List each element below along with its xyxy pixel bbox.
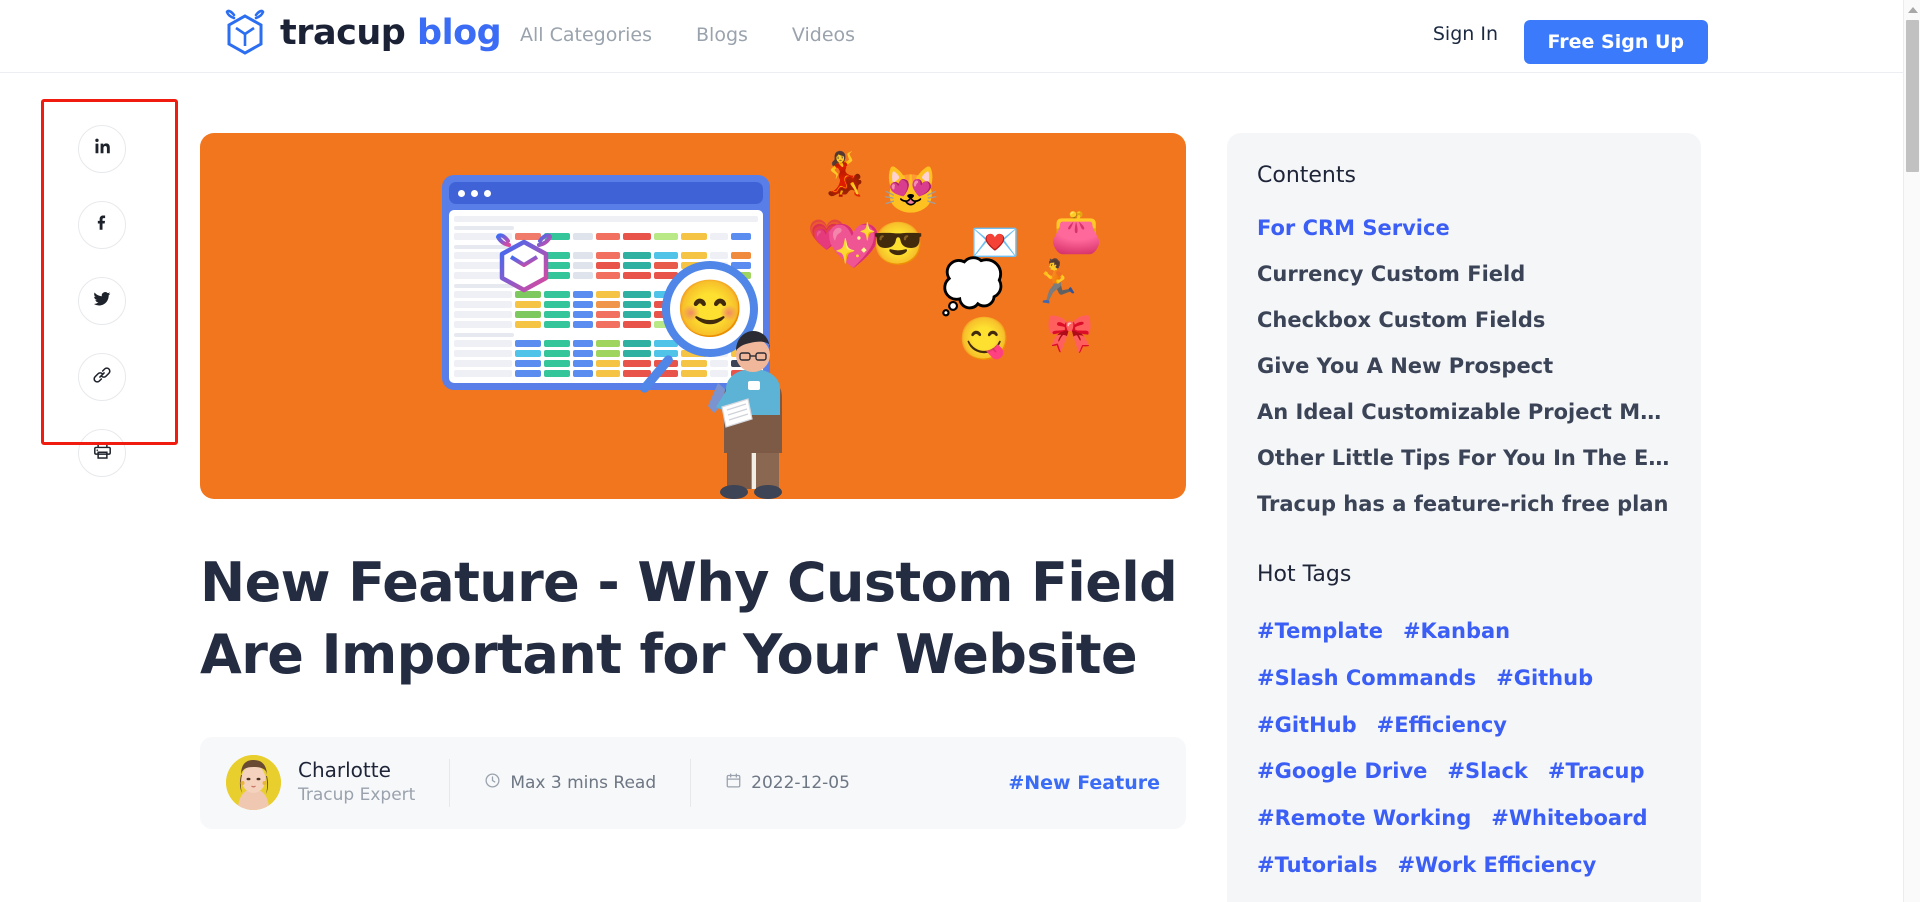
sign-in-link[interactable]: Sign In bbox=[1433, 23, 1498, 45]
toc-item-other-little-tips[interactable]: Other Little Tips For You In The End bbox=[1257, 446, 1671, 470]
main-nav: All Categories Blogs Videos bbox=[520, 24, 855, 46]
article-column: 😊 💃 😻 💗 💖 😎 💌 👛 💭 🏃 😋 🎀 New Feature - Wh… bbox=[200, 133, 1186, 829]
article-sidebar: Contents For CRM Service Currency Custom… bbox=[1227, 133, 1701, 902]
tag-slash-commands[interactable]: #Slash Commands bbox=[1257, 660, 1476, 697]
author-block: Charlotte Tracup Expert bbox=[298, 757, 415, 808]
tag-tracup[interactable]: #Tracup bbox=[1548, 753, 1645, 790]
tag-google-drive[interactable]: #Google Drive bbox=[1257, 753, 1427, 790]
share-linkedin-button[interactable] bbox=[78, 125, 126, 173]
author-role: Tracup Expert bbox=[298, 785, 416, 806]
window-dot bbox=[458, 189, 465, 197]
hot-tags-heading: Hot Tags bbox=[1257, 562, 1352, 587]
contents-heading: Contents bbox=[1257, 163, 1356, 188]
window-dot bbox=[471, 189, 478, 197]
free-sign-up-button[interactable]: Free Sign Up bbox=[1523, 20, 1708, 64]
window-dot bbox=[484, 189, 491, 197]
toc-item-currency-custom-field[interactable]: Currency Custom Field bbox=[1257, 262, 1671, 286]
nav-blogs[interactable]: Blogs bbox=[696, 24, 748, 46]
avatar bbox=[226, 755, 281, 811]
emoji-love-letter: 💌 bbox=[970, 221, 1020, 265]
scrollbar-thumb[interactable] bbox=[1906, 20, 1919, 172]
tag-github-lower[interactable]: #Github bbox=[1496, 660, 1593, 697]
article-tag[interactable]: #New Feature bbox=[1008, 772, 1160, 794]
tag-work-efficiency[interactable]: #Work Efficiency bbox=[1397, 847, 1596, 884]
scroll-up-arrow-icon[interactable] bbox=[1904, 2, 1920, 18]
publish-date: 2022-12-05 bbox=[725, 772, 850, 794]
hero-person-illustration bbox=[700, 311, 810, 499]
site-header: tracup blog All Categories Blogs Videos … bbox=[0, 0, 1903, 73]
tag-tutorials[interactable]: #Tutorials bbox=[1257, 847, 1377, 884]
hot-tags-list: #Template #Kanban #Slash Commands #Githu… bbox=[1257, 613, 1671, 902]
nav-all-categories[interactable]: All Categories bbox=[520, 24, 652, 46]
article-meta-bar: Charlotte Tracup Expert Max 3 mins Read bbox=[200, 736, 1186, 829]
hero-browser-titlebar bbox=[449, 182, 763, 204]
page-title: New Feature - Why Custom Field Are Impor… bbox=[200, 551, 1178, 686]
meta-divider bbox=[690, 758, 692, 807]
share-rail bbox=[78, 125, 126, 477]
copy-link-button[interactable] bbox=[78, 353, 126, 401]
brand-word-blog: blog bbox=[417, 12, 502, 53]
emoji-sunglasses: 😎 bbox=[872, 220, 925, 267]
publish-date-label: 2022-12-05 bbox=[751, 772, 850, 793]
emoji-runner: 🏃 bbox=[1030, 258, 1083, 305]
hero-tracup-cube-icon bbox=[492, 230, 556, 300]
tag-kanban[interactable]: #Kanban bbox=[1403, 613, 1510, 650]
toc-item-for-crm-service[interactable]: For CRM Service bbox=[1257, 216, 1671, 240]
clock-icon bbox=[484, 772, 501, 794]
emoji-thought-balloon: 💭 bbox=[940, 258, 1005, 316]
tag-slack[interactable]: #Slack bbox=[1447, 753, 1528, 790]
twitter-icon bbox=[92, 289, 112, 314]
share-facebook-button[interactable] bbox=[78, 201, 126, 249]
emoji-ribbon: 🎀 bbox=[1046, 313, 1094, 355]
link-icon bbox=[92, 365, 112, 390]
tag-whiteboard[interactable]: #Whiteboard bbox=[1491, 800, 1647, 837]
article-hero-illustration: 😊 💃 😻 💗 💖 😎 💌 👛 💭 🏃 😋 🎀 bbox=[200, 133, 1186, 499]
print-button[interactable] bbox=[78, 429, 126, 477]
brand-word-tracup: tracup bbox=[280, 12, 406, 53]
brand-wordmark: tracup blog bbox=[280, 12, 502, 53]
toc-item-ideal-customizable-project-manage[interactable]: An Ideal Customizable Project Manage... bbox=[1257, 400, 1671, 424]
emoji-yum: 😋 bbox=[958, 315, 1011, 362]
brand-logo[interactable]: tracup blog bbox=[222, 8, 502, 58]
emoji-dancer: 💃 bbox=[818, 150, 871, 197]
read-time: Max 3 mins Read bbox=[484, 772, 656, 794]
facebook-icon bbox=[93, 213, 112, 237]
meta-divider bbox=[449, 758, 451, 807]
toc-item-checkbox-custom-fields[interactable]: Checkbox Custom Fields bbox=[1257, 308, 1671, 332]
mock-group-head bbox=[454, 333, 514, 337]
linkedin-icon bbox=[93, 137, 112, 161]
tag-marketing[interactable]: #Marketing bbox=[1257, 894, 1395, 902]
calendar-icon bbox=[725, 772, 742, 794]
page-scrollbar[interactable] bbox=[1903, 0, 1920, 902]
tag-template[interactable]: #Template bbox=[1257, 613, 1383, 650]
tag-efficiency[interactable]: #Efficiency bbox=[1377, 707, 1507, 744]
toc-item-tracup-feature-rich-free-plan[interactable]: Tracup has a feature-rich free plan bbox=[1257, 492, 1671, 516]
tracup-cube-logo-icon bbox=[222, 8, 268, 58]
tag-remote-working[interactable]: #Remote Working bbox=[1257, 800, 1471, 837]
mock-toolbar bbox=[454, 216, 758, 222]
nav-videos[interactable]: Videos bbox=[792, 24, 855, 46]
share-twitter-button[interactable] bbox=[78, 277, 126, 325]
author-name: Charlotte bbox=[298, 758, 391, 783]
tag-github-upper[interactable]: #GitHub bbox=[1257, 707, 1357, 744]
toc-item-give-you-a-new-prospect[interactable]: Give You A New Prospect bbox=[1257, 354, 1671, 378]
read-time-label: Max 3 mins Read bbox=[510, 772, 657, 793]
page-root: tracup blog All Categories Blogs Videos … bbox=[0, 0, 1920, 902]
emoji-purse: 👛 bbox=[1050, 208, 1103, 255]
table-of-contents: For CRM Service Currency Custom Field Ch… bbox=[1257, 216, 1671, 516]
emoji-heart-eyes-cat: 😻 bbox=[882, 164, 940, 216]
printer-icon bbox=[92, 440, 113, 466]
